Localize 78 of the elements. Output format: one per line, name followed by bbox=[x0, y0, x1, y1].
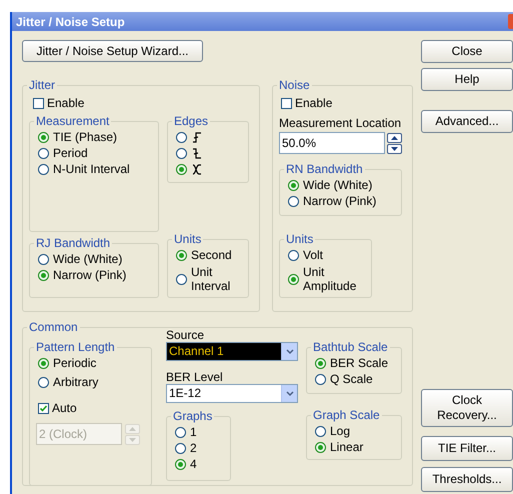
option-label: Unit Amplitude bbox=[303, 265, 358, 293]
option-label: Narrow (Pink) bbox=[53, 268, 126, 282]
option-label: Second bbox=[191, 248, 233, 262]
option-label: 1 bbox=[190, 425, 197, 439]
dialog-button[interactable]: Close bbox=[421, 40, 513, 63]
rising-edge-icon bbox=[192, 130, 202, 144]
option-label: Q Scale bbox=[330, 372, 373, 386]
wizard-button[interactable]: Jitter / Noise Setup Wizard... bbox=[22, 40, 203, 62]
group-title: Common bbox=[28, 319, 79, 336]
group-title: Jitter bbox=[28, 77, 56, 94]
radio-button[interactable] bbox=[175, 426, 186, 438]
checkbox[interactable]: Enable bbox=[281, 96, 406, 110]
option-label: Period bbox=[53, 146, 88, 160]
dialog-button[interactable]: Advanced... bbox=[421, 110, 513, 133]
radio-button[interactable] bbox=[38, 270, 49, 280]
checkbox[interactable]: Auto bbox=[38, 401, 145, 415]
dialog-button[interactable]: Help bbox=[421, 68, 513, 91]
radio-button[interactable] bbox=[315, 358, 326, 368]
group-title: RJ Bandwidth bbox=[35, 235, 112, 252]
group-title: Noise bbox=[278, 77, 311, 94]
group-title: Units bbox=[173, 231, 202, 248]
checkbox[interactable]: Enable bbox=[33, 96, 253, 110]
radio-button[interactable] bbox=[38, 132, 49, 142]
radio-button[interactable] bbox=[288, 250, 299, 260]
radio-button[interactable] bbox=[288, 274, 299, 284]
option-label: Wide (White) bbox=[303, 178, 372, 192]
radio-button[interactable] bbox=[176, 274, 187, 284]
radio-button[interactable] bbox=[288, 196, 299, 206]
group-title: Graphs bbox=[172, 408, 214, 425]
option-label: Log bbox=[330, 424, 350, 438]
dialog-button[interactable]: TIE Filter... bbox=[421, 436, 513, 461]
radio-button[interactable] bbox=[288, 180, 299, 190]
spinner-buttons[interactable] bbox=[387, 132, 402, 154]
option-label: N-Unit Interval bbox=[53, 162, 130, 176]
radio-button[interactable] bbox=[176, 148, 187, 158]
option-label: 2 bbox=[190, 441, 197, 455]
option-label: 4 bbox=[190, 457, 197, 471]
dialog-button[interactable]: Clock Recovery... bbox=[421, 389, 513, 427]
group-title: Edges bbox=[173, 113, 210, 130]
field-label: Measurement Location bbox=[279, 116, 402, 130]
ber-level-dropdown[interactable]: 1E-12 bbox=[166, 384, 298, 403]
radio-button[interactable] bbox=[38, 148, 49, 158]
check-icon bbox=[39, 404, 48, 412]
group-title: Pattern Length bbox=[35, 339, 116, 356]
radio-button[interactable] bbox=[315, 374, 326, 384]
falling-edge-icon bbox=[192, 146, 202, 160]
radio-button[interactable] bbox=[38, 376, 49, 388]
radio-button[interactable] bbox=[38, 164, 49, 174]
radio-button[interactable] bbox=[175, 458, 186, 470]
radio-button[interactable] bbox=[176, 164, 187, 174]
radio-button[interactable] bbox=[176, 132, 187, 142]
field-label: Source bbox=[166, 328, 206, 342]
field-label: BER Level bbox=[166, 370, 224, 384]
group-title: Bathtub Scale bbox=[312, 339, 389, 356]
source-dropdown[interactable]: Channel 1 bbox=[166, 342, 298, 361]
option-label: Wide (White) bbox=[53, 252, 122, 266]
option-label: Arbitrary bbox=[53, 375, 98, 389]
window-title: Jitter / Noise Setup bbox=[16, 14, 125, 30]
radio-button[interactable] bbox=[38, 358, 49, 368]
both-edges-icon bbox=[192, 162, 202, 176]
option-label: TIE (Phase) bbox=[53, 130, 118, 144]
radio-button[interactable] bbox=[38, 254, 49, 264]
group-title: RN Bandwidth bbox=[285, 161, 364, 178]
group-title: Measurement bbox=[35, 113, 110, 130]
dialog-button[interactable]: Thresholds... bbox=[421, 467, 513, 492]
radio-button[interactable] bbox=[176, 250, 187, 260]
option-label: Periodic bbox=[53, 356, 96, 370]
radio-button[interactable] bbox=[315, 426, 326, 436]
group-title: Graph Scale bbox=[312, 407, 381, 424]
option-label: BER Scale bbox=[330, 356, 388, 370]
option-label: Unit Interval bbox=[191, 265, 232, 293]
option-label: Linear bbox=[330, 440, 364, 454]
group-title: Units bbox=[285, 231, 314, 248]
option-label: Narrow (Pink) bbox=[303, 194, 376, 208]
radio-button[interactable] bbox=[315, 442, 326, 452]
radio-button[interactable] bbox=[175, 442, 186, 454]
option-label: Volt bbox=[303, 248, 324, 262]
location-field[interactable]: 50.0% bbox=[279, 132, 385, 154]
